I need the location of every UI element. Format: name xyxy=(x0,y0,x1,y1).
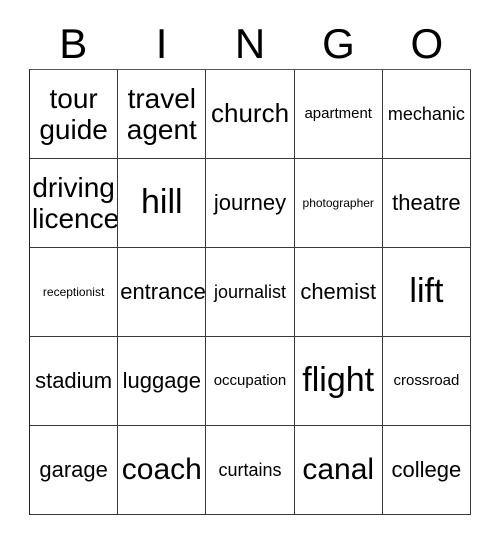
bingo-cell[interactable]: luggage xyxy=(118,337,207,426)
bingo-row: driving licence hill journey photographe… xyxy=(30,159,472,248)
bingo-cell-label: occupation xyxy=(213,372,287,390)
bingo-cell[interactable]: journalist xyxy=(206,248,295,337)
bingo-card: B I N G O tour guide travel agent church… xyxy=(0,0,500,544)
bingo-cell-label: garage xyxy=(39,456,108,482)
bingo-cell[interactable]: tour guide xyxy=(30,70,119,159)
bingo-cell[interactable]: receptionist xyxy=(30,248,119,337)
bingo-cell[interactable]: college xyxy=(382,426,472,515)
bingo-cell-label: driving licence xyxy=(32,171,119,234)
bingo-cell-label: lift xyxy=(409,272,444,311)
bingo-cell[interactable]: flight xyxy=(294,337,383,426)
bingo-row: garage coach curtains canal college xyxy=(30,426,472,515)
bingo-cell[interactable]: hill xyxy=(118,159,207,248)
bingo-cell-label: canal xyxy=(302,453,375,487)
bingo-row: receptionist entrance journalist chemist… xyxy=(30,248,472,337)
bingo-cell[interactable]: garage xyxy=(30,426,119,515)
bingo-cell-label: curtains xyxy=(218,459,282,480)
bingo-cell[interactable]: travel agent xyxy=(118,70,207,159)
bingo-cell[interactable]: apartment xyxy=(294,70,383,159)
bingo-cell-label: entrance xyxy=(120,278,206,304)
bingo-cell-label: theatre xyxy=(392,189,461,215)
bingo-cell[interactable]: coach xyxy=(118,426,207,515)
bingo-cell[interactable]: theatre xyxy=(382,159,472,248)
bingo-header-letter-g: G xyxy=(322,19,355,67)
bingo-cell-label: coach xyxy=(121,453,202,487)
bingo-cell-label: apartment xyxy=(304,105,372,123)
bingo-header-letter-i: I xyxy=(155,19,168,67)
bingo-cell-label: flight xyxy=(302,361,375,400)
bingo-cell-label: journey xyxy=(213,189,287,215)
bingo-grid: tour guide travel agent church apartment… xyxy=(29,69,472,515)
bingo-cell[interactable]: lift xyxy=(382,248,472,337)
bingo-header-letter-b: B xyxy=(59,19,88,67)
bingo-header-letter-o: O xyxy=(410,19,444,67)
bingo-cell[interactable]: occupation xyxy=(206,337,295,426)
bingo-cell[interactable]: mechanic xyxy=(382,70,472,159)
bingo-cell[interactable]: curtains xyxy=(206,426,295,515)
bingo-row: tour guide travel agent church apartment… xyxy=(30,70,472,159)
bingo-header-row: B I N G O xyxy=(29,18,471,69)
bingo-cell-label: chemist xyxy=(300,278,377,304)
bingo-cell-label: tour guide xyxy=(39,82,108,145)
bingo-cell-label: crossroad xyxy=(393,372,460,390)
bingo-cell[interactable]: photographer xyxy=(294,159,383,248)
bingo-cell-label: college xyxy=(391,456,462,482)
bingo-cell[interactable]: stadium xyxy=(30,337,119,426)
bingo-cell[interactable]: journey xyxy=(206,159,295,248)
bingo-cell[interactable]: church xyxy=(206,70,295,159)
bingo-cell-label: photographer xyxy=(302,195,374,210)
bingo-row: stadium luggage occupation flight crossr… xyxy=(30,337,472,426)
bingo-header-letter-n: N xyxy=(234,19,266,67)
bingo-cell[interactable]: chemist xyxy=(294,248,383,337)
bingo-cell-label: hill xyxy=(141,183,183,222)
bingo-cell[interactable]: crossroad xyxy=(382,337,472,426)
bingo-cell[interactable]: canal xyxy=(294,426,383,515)
bingo-cell-label: travel agent xyxy=(126,82,197,145)
bingo-cell[interactable]: driving licence xyxy=(30,159,119,248)
bingo-cell-label: journalist xyxy=(213,281,287,302)
bingo-cell[interactable]: entrance xyxy=(118,248,207,337)
bingo-cell-label: stadium xyxy=(35,367,113,393)
bingo-cell-label: luggage xyxy=(122,367,201,393)
bingo-cell-label: receptionist xyxy=(42,284,105,299)
bingo-cell-label: church xyxy=(210,98,290,129)
bingo-cell-label: mechanic xyxy=(387,103,465,124)
